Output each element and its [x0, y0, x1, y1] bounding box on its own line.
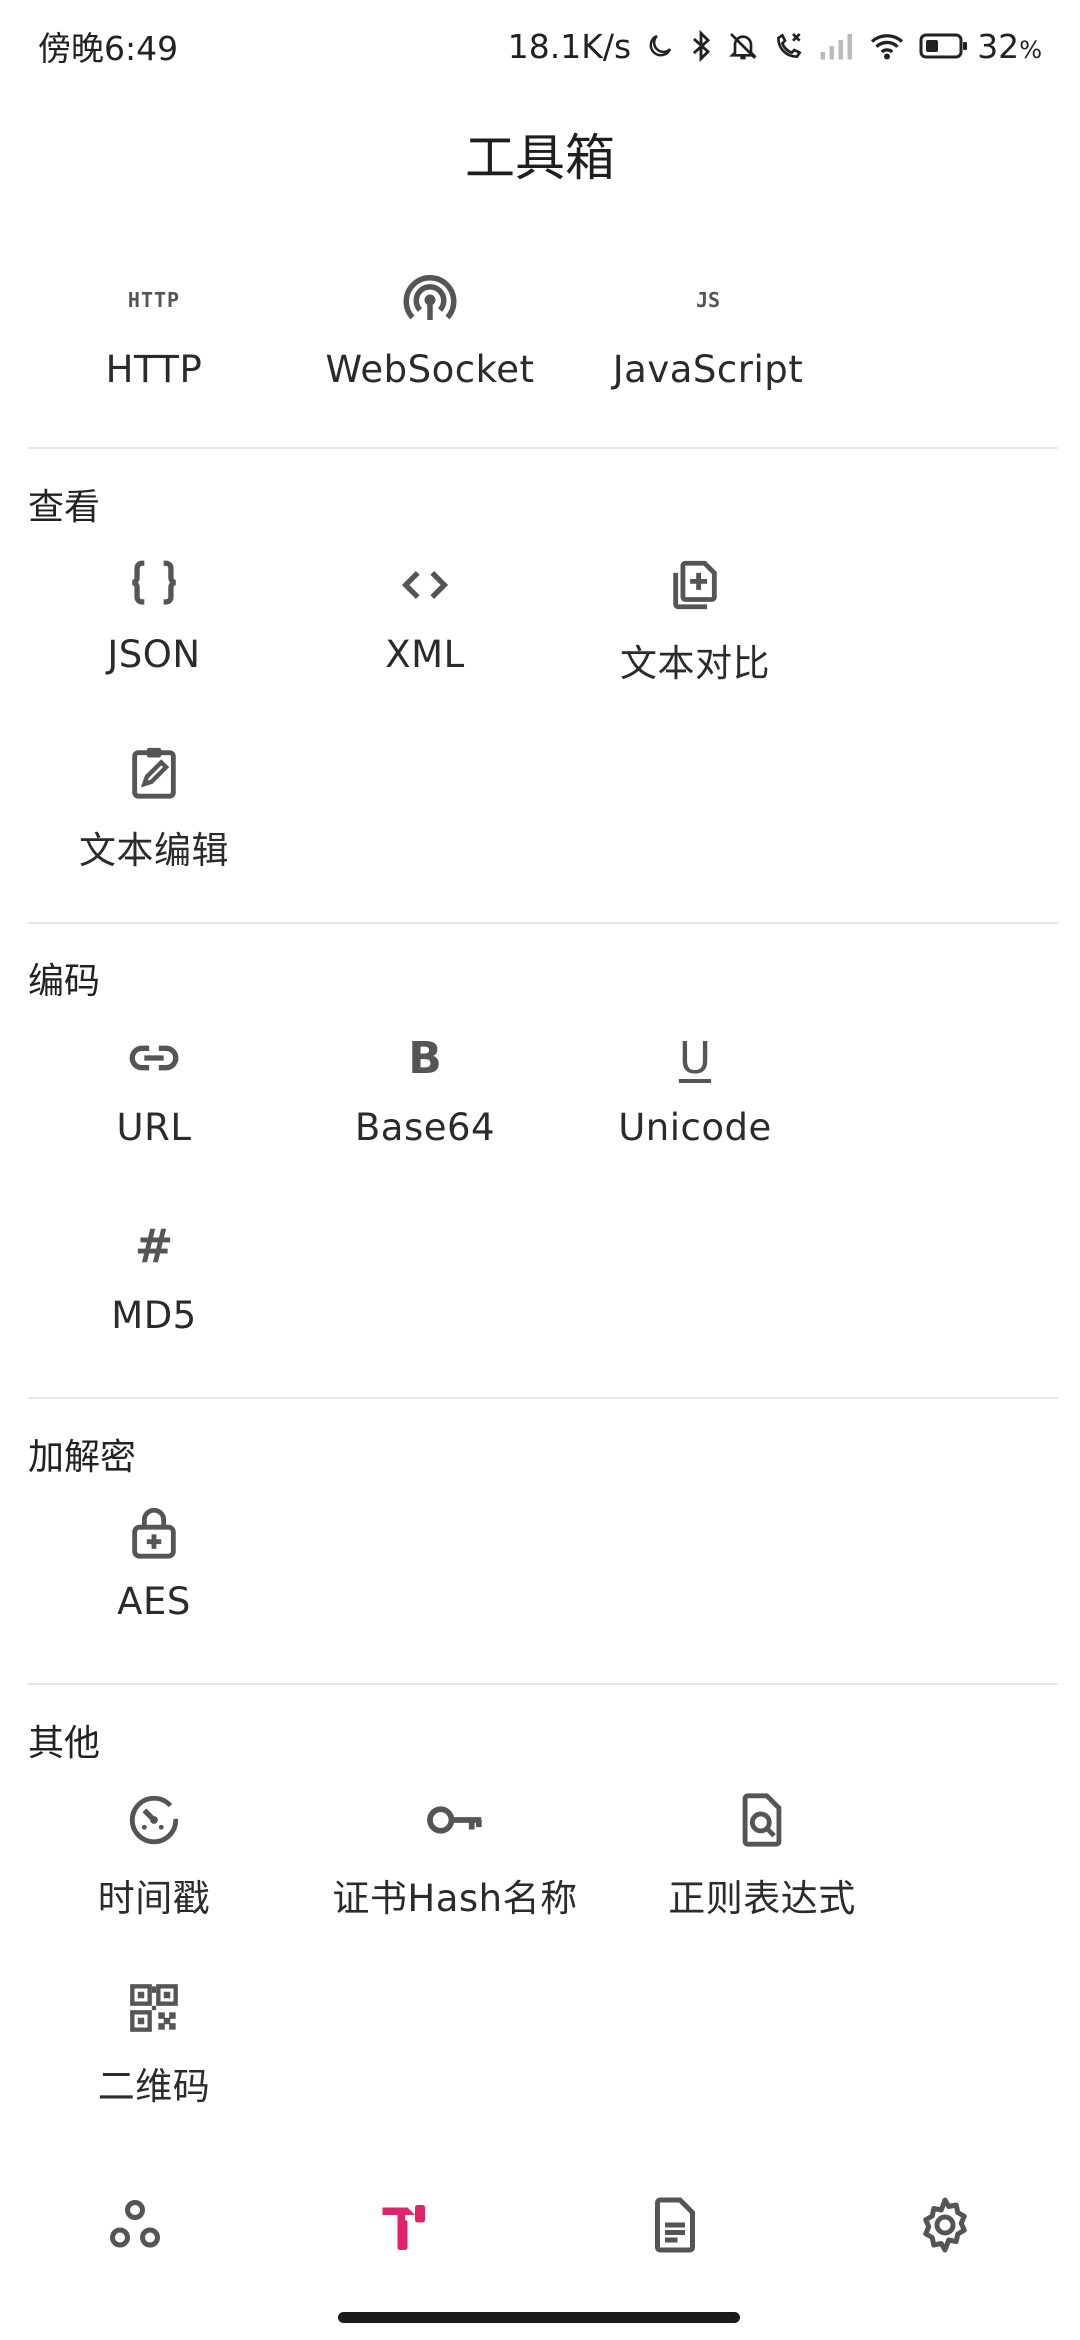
timer-icon: [122, 1788, 186, 1852]
bottom-nav: [0, 2170, 1080, 2280]
tool-label: URL: [116, 1106, 192, 1149]
tool-label: JSON: [107, 633, 201, 676]
divider: [28, 447, 1058, 449]
moon-icon: [649, 34, 672, 57]
section-title-crypto: 加解密: [28, 1437, 137, 1478]
status-bar: 傍晚6:49 18.1K/s 32%: [0, 0, 1080, 92]
tool-label: AES: [117, 1580, 191, 1623]
tool-label: HTTP: [105, 348, 203, 391]
tool-url[interactable]: URL: [24, 1026, 284, 1149]
tool-cert-hash[interactable]: 证书Hash名称: [325, 1788, 585, 1922]
tool-label: 证书Hash名称: [332, 1877, 578, 1920]
wifi-icon: [871, 34, 904, 60]
page-title: 工具箱: [465, 129, 615, 187]
lock-plus-icon: [122, 1500, 186, 1564]
nav-logs[interactable]: [615, 2175, 735, 2275]
tool-json[interactable]: JSON: [24, 553, 284, 676]
key-icon: [423, 1788, 487, 1852]
clipboard-edit-icon: [122, 740, 186, 804]
broadcast-icon: [398, 268, 462, 332]
bubbles-icon: [110, 2200, 160, 2248]
tool-unicode[interactable]: U Unicode: [565, 1026, 825, 1150]
section-title-other: 其他: [28, 1723, 101, 1764]
net-speed: 18.1K/s: [507, 26, 632, 66]
tool-label: Unicode: [618, 1106, 772, 1149]
tool-xml[interactable]: XML: [295, 553, 555, 676]
tool-aes[interactable]: AES: [24, 1500, 284, 1623]
tool-label: 二维码: [97, 2065, 211, 2108]
tool-label: 文本编辑: [79, 829, 229, 872]
hammer-icon: [382, 2205, 425, 2250]
status-time: 傍晚6:49: [38, 29, 179, 68]
tool-text-edit[interactable]: 文本编辑: [24, 740, 284, 874]
tool-http[interactable]: HTTP HTTP: [24, 268, 284, 391]
document-icon: [655, 2197, 695, 2253]
tool-websocket[interactable]: WebSocket: [300, 268, 560, 391]
call-missed-icon: [777, 33, 802, 59]
tool-md5[interactable]: # MD5: [24, 1214, 284, 1337]
tool-text-compare[interactable]: 文本对比: [565, 553, 825, 687]
code-brackets-icon: [393, 553, 457, 617]
tool-base64[interactable]: B Base64: [295, 1026, 555, 1150]
battery-level: 32%: [977, 26, 1042, 66]
section-title-view: 查看: [28, 487, 101, 528]
js-text-icon: JS: [695, 288, 721, 312]
nav-toolbox[interactable]: [345, 2175, 465, 2275]
hash-icon: #: [134, 1219, 174, 1273]
screen: 傍晚6:49 18.1K/s 32% 工具箱 HTTP HTTP WebSock…: [0, 0, 1080, 2340]
tool-label: JavaScript: [612, 348, 804, 391]
tool-label: XML: [385, 633, 465, 676]
tool-label: WebSocket: [325, 348, 535, 391]
bold-b-icon: B: [408, 1032, 442, 1084]
file-search-icon: [730, 1788, 794, 1852]
tool-qr-code[interactable]: 二维码: [24, 1976, 284, 2110]
tool-label: 时间戳: [97, 1877, 211, 1920]
tool-label: Base64: [354, 1106, 496, 1149]
http-text-icon: HTTP: [127, 288, 181, 312]
nav-network[interactable]: [75, 2175, 195, 2275]
battery: 32%: [919, 27, 1042, 66]
signal-icon: [820, 34, 853, 60]
tool-label: MD5: [111, 1294, 197, 1337]
divider: [28, 1683, 1058, 1685]
bluetooth-icon: [693, 29, 711, 63]
link-icon: [122, 1026, 186, 1090]
library-add-icon: [663, 553, 727, 617]
section-title-encode: 编码: [28, 961, 101, 1002]
braces-icon: [122, 553, 186, 617]
battery-icon: [919, 33, 968, 59]
bell-muted-icon: [729, 33, 758, 60]
divider: [28, 1397, 1058, 1399]
divider: [28, 922, 1058, 924]
tool-timestamp[interactable]: 时间戳: [24, 1788, 284, 1922]
tool-javascript[interactable]: JS JavaScript: [578, 268, 838, 391]
nav-settings[interactable]: [885, 2175, 1005, 2275]
status-icons: 18.1K/s 32%: [508, 27, 1042, 66]
tool-label: 正则表达式: [668, 1877, 856, 1920]
underline-u-icon: U: [678, 1032, 712, 1084]
tool-label: 文本对比: [620, 642, 770, 685]
qr-code-icon: [122, 1976, 186, 2040]
home-indicator[interactable]: [338, 2312, 740, 2323]
gear-icon: [923, 2197, 967, 2253]
tool-regex[interactable]: 正则表达式: [632, 1788, 892, 1922]
